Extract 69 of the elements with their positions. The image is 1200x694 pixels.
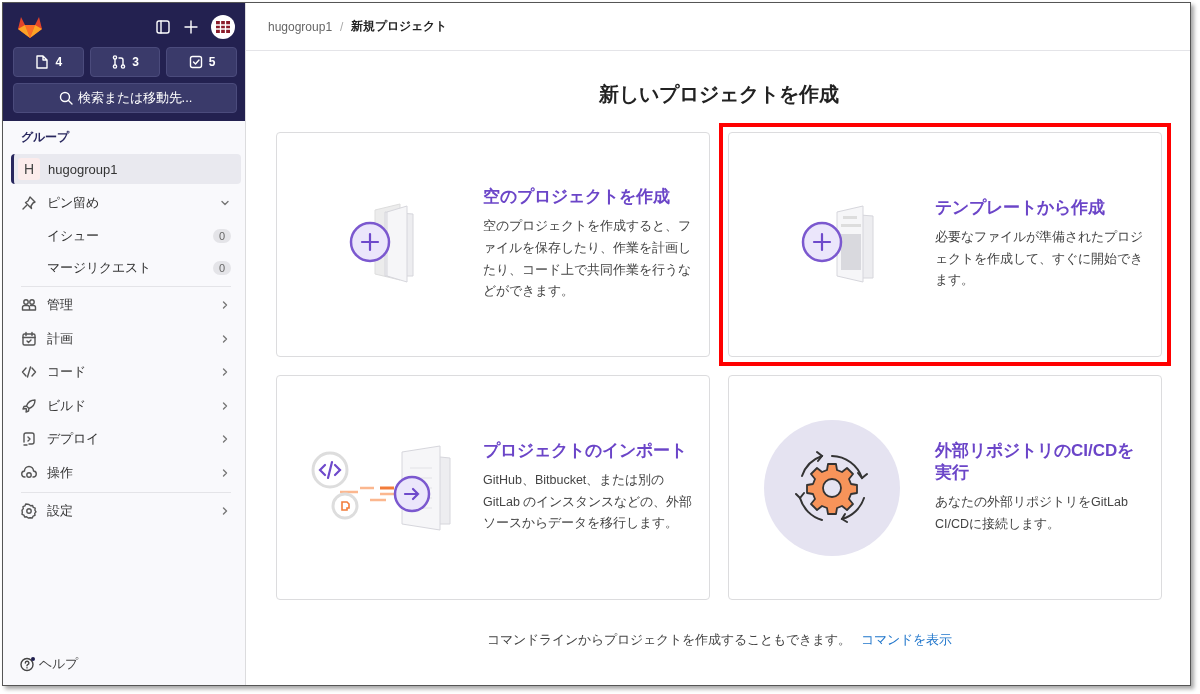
nav-item[interactable]: 管理 [11, 288, 241, 322]
sidebar-toggle-button[interactable] [153, 17, 173, 37]
section-heading: グループ [20, 129, 71, 146]
cloud-gear-icon [21, 464, 37, 481]
nav-item[interactable]: ビルド [11, 389, 241, 423]
todo-icon [187, 54, 204, 70]
pinned-item[interactable]: イシュー 0 [11, 219, 241, 252]
counter-button[interactable]: 4 [13, 47, 84, 77]
help-icon [19, 656, 37, 672]
help-link[interactable]: ヘルプ [3, 655, 245, 685]
fox-logo-icon [17, 15, 43, 39]
card-title: 空のプロジェクトを作成 [483, 185, 671, 208]
merge-request-icon [111, 54, 128, 70]
project-option-card[interactable]: 空のプロジェクトを作成 空のプロジェクトを作成すると、ファイルを保存したり、作業を計画したり、コード上で共同作業を行うなどができます。 [276, 132, 710, 357]
nav-label: 管理 [47, 296, 74, 315]
project-option-card[interactable]: テンプレートから作成 必要なファイルが準備されたプロジェクトを作成して、すぐに開始できます。 [728, 132, 1162, 357]
card-title: テンプレートから作成 [935, 196, 1106, 219]
breadcrumb-separator: / [340, 19, 344, 34]
card-description: 必要なファイルが準備されたプロジェクトを作成して、すぐに開始できます。 [935, 228, 1144, 290]
group-name: hugogroup1 [48, 161, 118, 177]
project-option-card[interactable]: 外部リポジトリのCI/CDを実行 あなたの外部リポジトリをGitLab CI/CDに接続します。 [728, 375, 1162, 600]
breadcrumb-link[interactable]: 新規プロジェクト [351, 18, 448, 35]
nav-label: ビルド [47, 396, 87, 415]
breadcrumb-link[interactable]: hugogroup1 [268, 19, 333, 34]
calendar-icon [21, 330, 37, 347]
nav-label: ピン留め [47, 193, 100, 212]
count-badge: 0 [212, 260, 231, 275]
nav-label: 操作 [47, 463, 74, 482]
plus-icon [183, 19, 199, 35]
footer-text: コマンドラインからプロジェクトを作成することもできます。 [486, 632, 851, 647]
card-description: あなたの外部リポジトリをGitLab CI/CDに接続します。 [935, 493, 1129, 533]
nav-item[interactable]: デプロイ [11, 422, 241, 456]
search-field[interactable]: 検索または移動先... [13, 83, 237, 113]
card-title: 外部リポジトリのCI/CDを実行 [935, 439, 1136, 484]
counter-button[interactable]: 5 [166, 47, 237, 77]
card-title: プロジェクトのインポート [483, 439, 688, 462]
new-button[interactable] [181, 17, 201, 37]
deploy-icon [21, 431, 37, 448]
show-command-link[interactable]: コマンドを表示 [860, 632, 952, 647]
count-badge: 0 [212, 228, 231, 243]
project-option-card[interactable]: プロジェクトのインポート GitHub、Bitbucket、または別のGitLab のインスタンスなどの、外部ソースからデータを移行します。 [276, 375, 710, 600]
panel-icon [155, 19, 171, 35]
nav-item[interactable]: 操作 [11, 456, 241, 490]
counter-button[interactable]: 3 [89, 47, 161, 77]
rocket-icon [21, 397, 37, 414]
settings-icon [21, 503, 37, 520]
nav-item[interactable]: 設定 [11, 494, 241, 528]
search-icon [57, 90, 74, 106]
card-description: GitHub、Bitbucket、または別のGitLab のインスタンスなどの、外部ソースからデータを移行します。 [483, 471, 694, 533]
nav-label: 設定 [47, 502, 74, 521]
users-icon [21, 297, 37, 314]
nav-label: マージリクエスト [47, 258, 152, 277]
nav-label: イシュー [47, 226, 100, 245]
group-avatar: H [18, 158, 40, 180]
nav-item[interactable]: コード [11, 355, 241, 389]
nav-label: コード [47, 363, 87, 382]
avatar-icon [211, 15, 235, 39]
user-avatar[interactable] [209, 13, 237, 41]
pinned-item[interactable]: マージリクエスト 0 [11, 251, 241, 284]
group-item[interactable]: H hugogroup1 [11, 154, 241, 184]
issue-icon [34, 54, 51, 70]
pin-icon [21, 194, 37, 211]
nav-label: デプロイ [47, 430, 100, 449]
card-description: 空のプロジェクトを作成すると、ファイルを保存したり、作業を計画したり、コード上で共同作業を行うなどができます。 [483, 217, 692, 301]
page-title: 新しいプロジェクトを作成 [598, 82, 840, 107]
nav-item[interactable]: 計画 [11, 322, 241, 356]
nav-label: 計画 [47, 329, 74, 348]
pinned-toggle[interactable]: ピン留め [11, 186, 241, 220]
code-icon [21, 364, 37, 381]
